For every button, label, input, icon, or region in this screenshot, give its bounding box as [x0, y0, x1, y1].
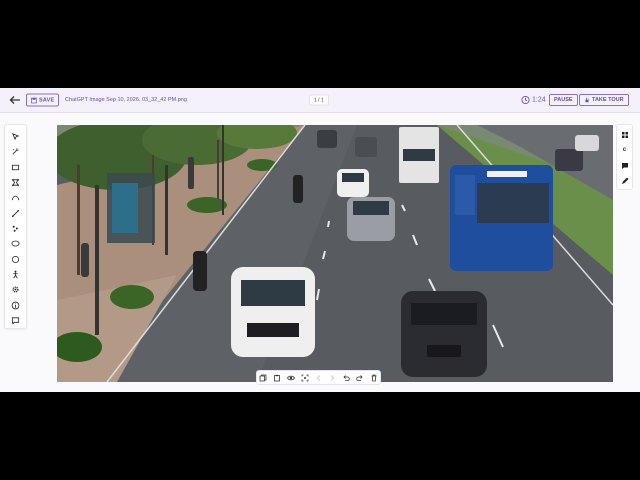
redo-icon	[356, 374, 363, 381]
pen-icon	[621, 177, 628, 185]
delete-icon	[371, 374, 377, 381]
save-icon	[31, 97, 37, 103]
comment-icon	[11, 317, 20, 325]
pen-tool[interactable]	[617, 174, 632, 190]
skeleton-tool[interactable]	[8, 267, 24, 282]
text-c-tool[interactable]: c	[617, 143, 632, 159]
prev-tool[interactable]	[312, 372, 325, 384]
save-button[interactable]: SAVE	[26, 93, 60, 107]
file-name: ChatGPT Image Sep 10, 2026, 03_32_42 PM.…	[65, 97, 187, 103]
copy-icon	[259, 374, 267, 381]
circle-tool[interactable]	[8, 252, 24, 267]
polygon-icon	[11, 179, 20, 187]
paste-tool[interactable]	[271, 372, 284, 384]
cursor-tool[interactable]	[8, 129, 24, 144]
next-tool[interactable]	[326, 372, 339, 384]
back-arrow-icon[interactable]	[8, 93, 22, 107]
page-indicator: 1 / 1	[309, 94, 329, 106]
tour-label: TAKE TOUR	[592, 97, 624, 103]
magic-select-icon	[12, 148, 19, 155]
cursor-icon	[12, 133, 20, 141]
magic-select-tool[interactable]	[8, 144, 24, 159]
paste-icon	[274, 374, 281, 381]
polygon-tool[interactable]	[8, 175, 24, 190]
rectangle-tool[interactable]	[8, 160, 24, 175]
image-canvas[interactable]	[57, 125, 613, 382]
next-icon	[330, 374, 335, 381]
focus-icon	[301, 374, 309, 381]
pause-label: PAUSE	[554, 97, 573, 103]
comment-tool[interactable]	[8, 313, 24, 328]
circle-icon	[11, 255, 20, 263]
clock-icon	[521, 95, 530, 105]
page-indicator-label: 1 / 1	[314, 97, 324, 103]
side-toolbar: c	[616, 124, 633, 190]
grid-tool[interactable]	[617, 127, 632, 143]
copy-tool[interactable]	[257, 372, 270, 384]
delete-tool[interactable]	[367, 372, 380, 384]
prev-icon	[316, 374, 320, 381]
rectangle-icon	[11, 164, 20, 170]
grid-icon	[621, 131, 628, 138]
redo-tool[interactable]	[353, 372, 366, 384]
text-c-icon: c	[622, 147, 627, 154]
chat-icon	[621, 162, 628, 169]
line-icon	[11, 209, 20, 217]
line-tool[interactable]	[8, 206, 24, 221]
chat-tool[interactable]	[617, 158, 632, 174]
street-scene-image	[57, 125, 613, 382]
settings-icon	[12, 286, 19, 293]
timer: 1:24	[532, 96, 546, 104]
points-tool[interactable]	[8, 221, 24, 236]
undo-tool[interactable]	[340, 372, 353, 384]
info-tool[interactable]	[8, 297, 24, 312]
ellipse-icon	[11, 240, 20, 247]
settings-tool[interactable]	[8, 282, 24, 297]
curve-tool[interactable]	[8, 190, 24, 205]
skeleton-icon	[13, 270, 18, 279]
hand-icon	[585, 97, 589, 103]
focus-tool[interactable]	[298, 372, 311, 384]
undo-icon	[343, 374, 350, 381]
take-tour-button[interactable]: TAKE TOUR	[579, 94, 629, 106]
header-bar: SAVE ChatGPT Image Sep 10, 2026, 03_32_4…	[0, 88, 640, 113]
eye-icon	[286, 375, 295, 380]
curve-icon	[11, 196, 20, 201]
annotation-toolbar	[4, 124, 27, 329]
pause-button[interactable]: PAUSE	[549, 94, 578, 106]
ellipse-tool[interactable]	[8, 236, 24, 251]
annotation-app: SAVE ChatGPT Image Sep 10, 2026, 03_32_4…	[0, 88, 640, 392]
points-icon	[12, 225, 18, 232]
image-toolbar	[256, 370, 381, 385]
save-label: SAVE	[39, 97, 55, 103]
visibility-tool[interactable]	[285, 372, 298, 384]
info-icon	[11, 301, 20, 309]
